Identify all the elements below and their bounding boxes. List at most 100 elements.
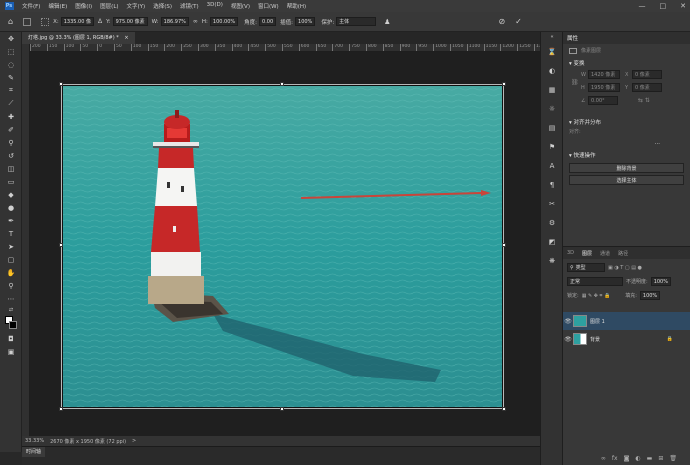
tool-presets-icon[interactable]: ✂	[541, 194, 563, 213]
timeline-tab[interactable]: 时间轴	[22, 447, 46, 457]
x-input[interactable]: 1335.00 像	[60, 17, 94, 26]
link-icon[interactable]: ∞	[601, 455, 606, 462]
type-tool-icon[interactable]: T	[0, 227, 22, 240]
history-icon[interactable]: ⌛	[541, 42, 563, 61]
angle-prop-input[interactable]: 0.00°	[588, 96, 618, 105]
menu-select[interactable]: 选择(S)	[149, 2, 176, 10]
menu-help[interactable]: 帮助(H)	[283, 2, 310, 10]
maximize-button[interactable]: □	[660, 2, 667, 10]
menu-image[interactable]: 图像(I)	[71, 2, 96, 10]
fill-input[interactable]: 100%	[639, 291, 661, 300]
layer-row-2[interactable]: 👁 背景 🔒	[563, 330, 690, 348]
menu-file[interactable]: 文件(F)	[18, 2, 44, 10]
blend-mode-select[interactable]: 正常	[567, 277, 623, 286]
home-icon[interactable]: ⌂	[8, 17, 13, 26]
fx-icon[interactable]: fx	[612, 455, 618, 462]
zoom-level[interactable]: 33.33%	[25, 438, 44, 444]
layer-row-1[interactable]: 👁 图层 1	[563, 312, 690, 330]
tab-channels[interactable]: 通道	[600, 250, 610, 257]
gradient-tool-icon[interactable]: ▭	[0, 175, 22, 188]
h-prop-input[interactable]: 1950 像素	[588, 83, 620, 92]
delta-icon[interactable]: Δ	[98, 18, 102, 25]
more-tools-icon[interactable]: ⋯	[0, 292, 22, 305]
align-section-title[interactable]: ▾ 对齐并分布	[563, 115, 690, 128]
adjustment-icon[interactable]: ◐	[635, 455, 640, 462]
link-icon[interactable]: ∞	[193, 18, 198, 25]
screen-mode-icon[interactable]: ▣	[0, 345, 22, 358]
document-tab-close[interactable]: ×	[124, 35, 128, 41]
lighthouse-photo[interactable]	[62, 85, 503, 408]
eraser-tool-icon[interactable]: ◫	[0, 162, 22, 175]
lasso-tool-icon[interactable]: ◌	[0, 58, 22, 71]
filter-icons[interactable]: ▣ ◑ T ▢ ▤ ●	[608, 265, 642, 271]
remove-background-button[interactable]: 删除背景	[569, 163, 684, 173]
tab-paths[interactable]: 路径	[618, 250, 628, 257]
swatches-icon[interactable]: ▦	[541, 80, 563, 99]
document-tab[interactable]: 灯塔.jpg @ 33.3% (图层 1, RGB/8#) * ×	[22, 32, 135, 44]
blur-tool-icon[interactable]: ◆	[0, 188, 22, 201]
w-input[interactable]: 186.97%	[160, 17, 189, 26]
trash-icon[interactable]: 🗑	[669, 455, 677, 462]
move-tool-icon[interactable]: ✥	[0, 32, 22, 45]
zoom-tool-icon[interactable]: ⚲	[0, 279, 22, 292]
quick-select-tool-icon[interactable]: ✎	[0, 71, 22, 84]
tab-3d[interactable]: 3D	[567, 250, 574, 256]
puppet-icon[interactable]: ♟	[384, 18, 390, 26]
menu-filter[interactable]: 滤镜(T)	[176, 2, 203, 10]
y-input[interactable]: 975.00 像素	[112, 17, 148, 26]
actions-icon[interactable]: ⚙	[541, 213, 563, 232]
marquee-tool-icon[interactable]: ⬚	[0, 45, 22, 58]
checkmark-icon[interactable]: ✓	[515, 17, 522, 26]
reference-point-icon[interactable]	[41, 17, 50, 26]
eye-icon[interactable]: 👁	[563, 336, 573, 343]
eyedropper-tool-icon[interactable]: ⟋	[0, 97, 22, 110]
path-select-tool-icon[interactable]: ➤	[0, 240, 22, 253]
menu-layer[interactable]: 图层(L)	[96, 2, 122, 10]
transform-section-title[interactable]: ▾ 变换	[563, 56, 690, 69]
flip-icons[interactable]: ⇆ ⇅	[638, 97, 650, 104]
menu-edit[interactable]: 编辑(E)	[44, 2, 71, 10]
dodge-tool-icon[interactable]: ●	[0, 201, 22, 214]
w-prop-input[interactable]: 1420 像素	[588, 70, 620, 79]
lock-icons[interactable]: ▦ ✎ ✥ ⌗ 🔒	[582, 293, 611, 299]
x-prop-input[interactable]: 0 像素	[632, 70, 662, 79]
navigator-icon[interactable]: ◩	[541, 232, 563, 251]
select-subject-button[interactable]: 选择主体	[569, 175, 684, 185]
folder-icon[interactable]: ▬	[647, 455, 653, 462]
shape-tool-icon[interactable]: ▢	[0, 253, 22, 266]
properties-title[interactable]: 属性	[563, 32, 690, 44]
mask-icon[interactable]: ◙	[624, 455, 630, 462]
chain-icon[interactable]: ⛓	[571, 79, 579, 86]
pen-tool-icon[interactable]: ✒	[0, 214, 22, 227]
collapse-panels-icon[interactable]: «	[541, 32, 563, 42]
layer-kind-select[interactable]: ⚲ 类型	[567, 263, 605, 272]
quick-actions-title[interactable]: ▾ 快速操作	[563, 148, 690, 161]
cancel-icon[interactable]: ⊘	[498, 17, 505, 26]
stamp-panel-icon[interactable]: ⚑	[541, 137, 563, 156]
minimize-button[interactable]: —	[639, 2, 646, 10]
more-options[interactable]: ...	[563, 137, 690, 148]
crop-tool-icon[interactable]: ⌗	[0, 84, 22, 97]
opacity-input[interactable]: 100%	[650, 277, 671, 286]
h-input[interactable]: 100.00%	[209, 17, 239, 26]
protect-select[interactable]: 主体	[336, 17, 377, 26]
new-layer-icon[interactable]: ⊞	[658, 455, 663, 462]
transform-icon[interactable]	[23, 17, 32, 26]
hand-tool-icon[interactable]: ✋	[0, 266, 22, 279]
stamp-tool-icon[interactable]: ⚲	[0, 136, 22, 149]
history-brush-icon[interactable]: ↺	[0, 149, 22, 162]
patterns-icon[interactable]: ❋	[541, 251, 563, 270]
color-swatches-icon[interactable]	[0, 314, 22, 332]
character-icon[interactable]: A	[541, 156, 563, 175]
quick-mask-icon[interactable]: ◘	[0, 332, 22, 345]
color-icon[interactable]: ◐	[541, 61, 563, 80]
menu-3d[interactable]: 3D(D)	[203, 2, 227, 10]
close-button[interactable]: ✕	[680, 2, 686, 10]
status-menu-arrow[interactable]: >	[132, 438, 136, 444]
healing-brush-icon[interactable]: ✚	[0, 110, 22, 123]
paragraph-icon[interactable]: ¶	[541, 175, 563, 194]
menu-type[interactable]: 文字(Y)	[123, 2, 150, 10]
tab-layers[interactable]: 图层	[582, 250, 592, 257]
angle-input[interactable]: 0.00	[259, 17, 277, 26]
menu-view[interactable]: 视图(V)	[227, 2, 254, 10]
